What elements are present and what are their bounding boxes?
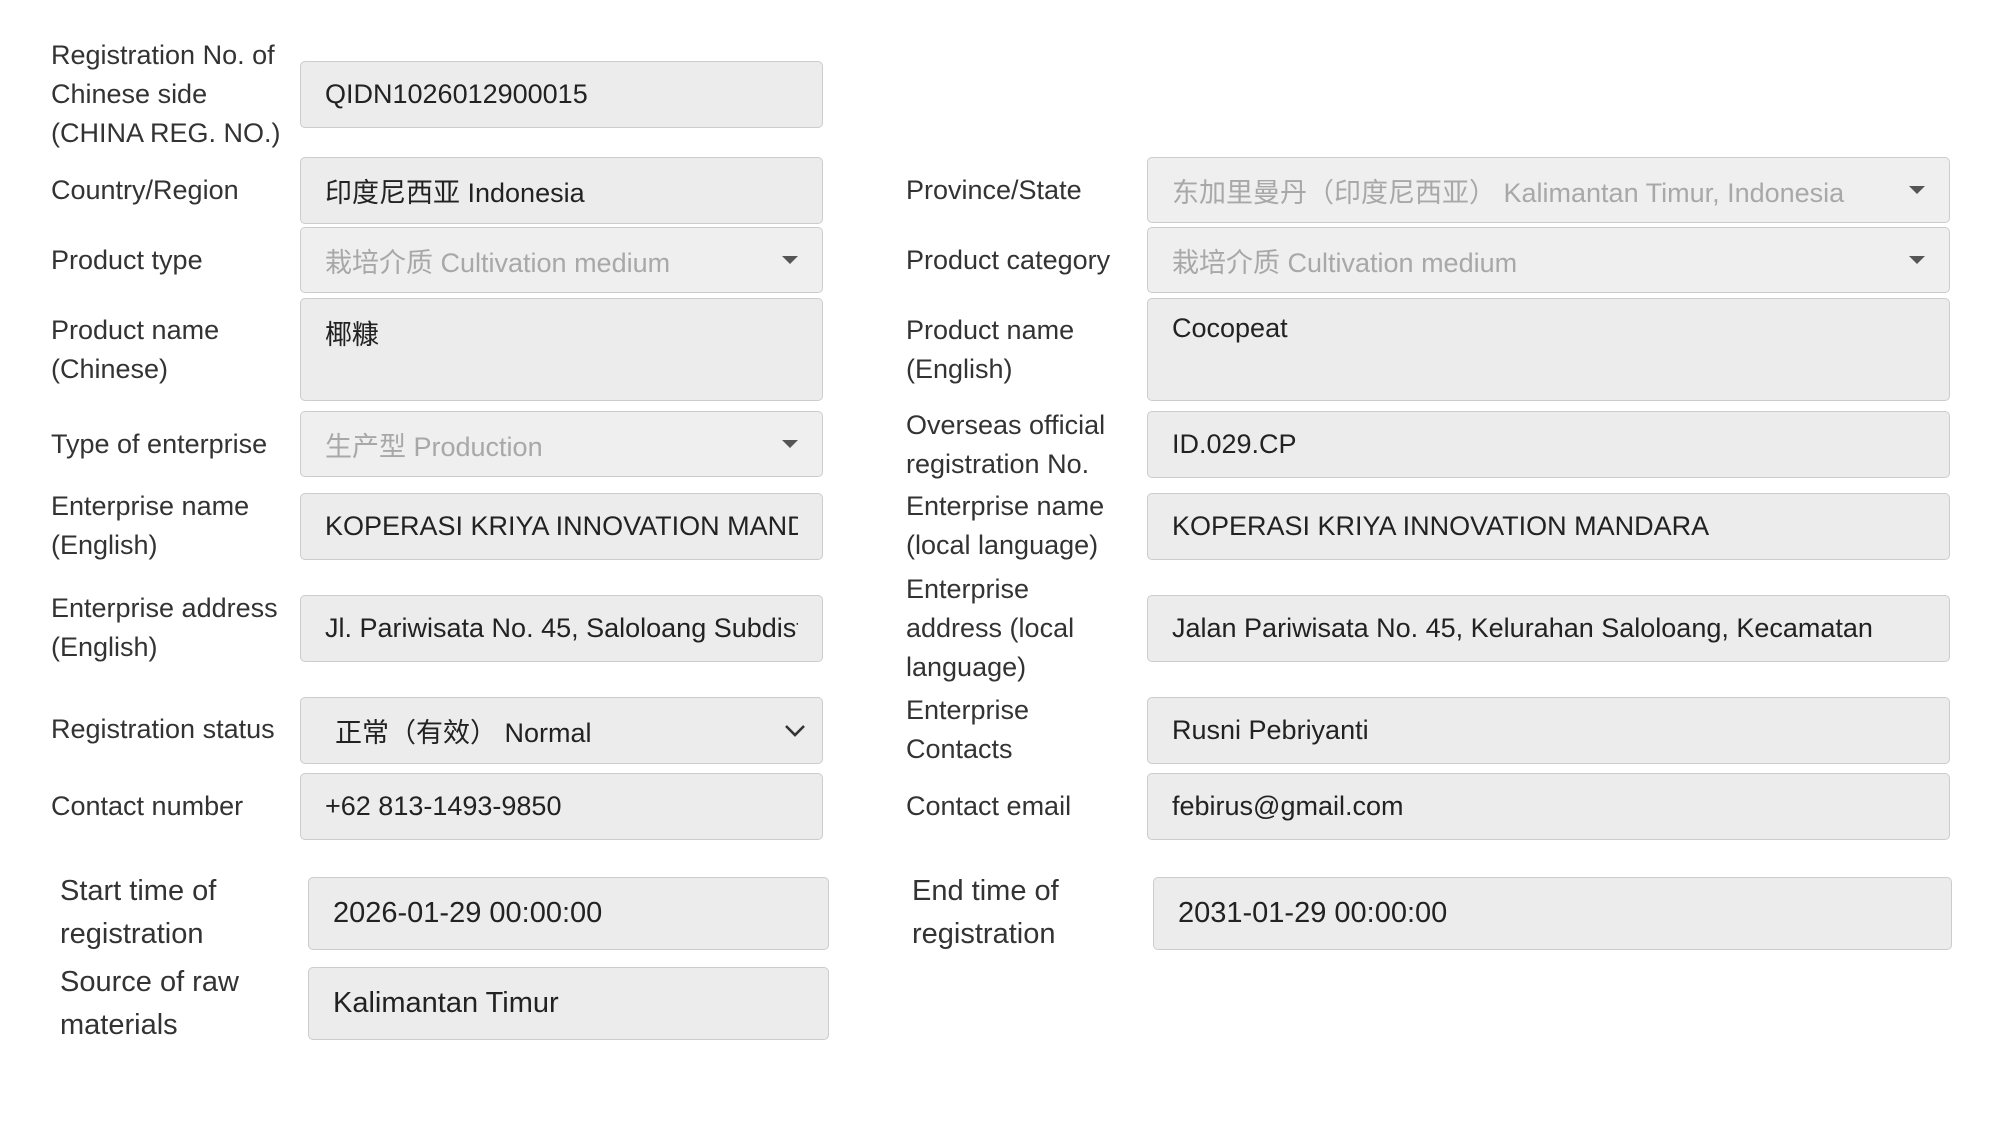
label-line: (English) <box>51 632 158 662</box>
label-product-name-cn: Product name (Chinese) <box>51 311 219 389</box>
product-name-cn-value: 椰糠 <box>325 320 379 350</box>
label-line: Enterprise <box>906 574 1030 604</box>
label-raw-materials: Source of raw materials <box>60 961 239 1047</box>
label-line: Contact email <box>906 791 1072 821</box>
label-enterprise-name-local: Enterprise name (local language) <box>906 487 1104 565</box>
label-line: Province/State <box>906 175 1082 205</box>
label-product-category: Product category <box>906 241 1110 280</box>
enterprise-address-en-field[interactable]: Jl. Pariwisata No. 45, Saloloang Subdist… <box>300 595 823 662</box>
label-china-reg-no: Registration No. of Chinese side (CHINA … <box>51 36 281 153</box>
product-category-select[interactable]: 栽培介质 Cultivation medium <box>1147 227 1950 293</box>
contact-number-value: +62 813-1493-9850 <box>325 791 562 821</box>
label-product-name-en: Product name (English) <box>906 311 1074 389</box>
label-line: Product name <box>906 315 1075 345</box>
raw-materials-value: Kalimantan Timur <box>333 987 559 1019</box>
label-line: Source of raw <box>60 966 239 998</box>
enterprise-address-local-field[interactable]: Jalan Pariwisata No. 45, Kelurahan Salol… <box>1147 595 1950 662</box>
start-time-value: 2026-01-29 00:00:00 <box>333 897 603 929</box>
label-enterprise-name-en: Enterprise name (English) <box>51 487 249 565</box>
label-line: language) <box>906 652 1027 682</box>
label-line: registration <box>912 918 1056 950</box>
start-time-field[interactable]: 2026-01-29 00:00:00 <box>308 877 829 950</box>
label-line: registration No. <box>906 449 1090 479</box>
label-line: (English) <box>906 354 1013 384</box>
caret-down-icon <box>782 440 798 448</box>
label-line: Enterprise address <box>51 593 278 623</box>
label-line: materials <box>60 1009 178 1041</box>
label-contact-number: Contact number <box>51 787 243 826</box>
caret-down-icon <box>1909 256 1925 264</box>
label-enterprise-contacts: Enterprise Contacts <box>906 691 1029 769</box>
label-line: Enterprise <box>906 695 1030 725</box>
enterprise-name-local-field[interactable]: KOPERASI KRIYA INNOVATION MANDARA <box>1147 493 1950 560</box>
raw-materials-field[interactable]: Kalimantan Timur <box>308 967 829 1040</box>
end-time-field[interactable]: 2031-01-29 00:00:00 <box>1153 877 1952 950</box>
product-type-value: 栽培介质 Cultivation medium <box>325 247 671 278</box>
label-line: Contact number <box>51 791 244 821</box>
overseas-reg-no-value: ID.029.CP <box>1172 429 1297 459</box>
label-line: Registration status <box>51 714 275 744</box>
label-line: (English) <box>51 530 158 560</box>
country-region-field[interactable]: 印度尼西亚 Indonesia <box>300 157 823 224</box>
label-registration-status: Registration status <box>51 710 275 749</box>
product-type-select[interactable]: 栽培介质 Cultivation medium <box>300 227 823 293</box>
contact-number-field[interactable]: +62 813-1493-9850 <box>300 773 823 840</box>
china-reg-no-field[interactable]: QIDN1026012900015 <box>300 61 823 128</box>
enterprise-name-en-field[interactable]: KOPERASI KRIYA INNOVATION MANDARA <box>300 493 823 560</box>
enterprise-contacts-field[interactable]: Rusni Pebriyanti <box>1147 697 1950 764</box>
label-product-type: Product type <box>51 241 203 280</box>
label-province-state: Province/State <box>906 171 1082 210</box>
label-line: registration <box>60 918 204 950</box>
label-country-region: Country/Region <box>51 171 239 210</box>
label-line: (Chinese) <box>51 354 169 384</box>
label-line: address (local <box>906 613 1075 643</box>
label-line: Start time of <box>60 875 217 907</box>
label-overseas-reg-no: Overseas official registration No. <box>906 406 1105 484</box>
label-line: Chinese side <box>51 79 208 109</box>
caret-down-icon <box>782 256 798 264</box>
label-end-time: End time of registration <box>912 870 1059 956</box>
label-line: Product name <box>51 315 220 345</box>
end-time-value: 2031-01-29 00:00:00 <box>1178 897 1448 929</box>
label-line: Country/Region <box>51 175 239 205</box>
label-enterprise-type: Type of enterprise <box>51 425 267 464</box>
label-line: Registration No. of <box>51 40 275 70</box>
label-line: Contacts <box>906 734 1013 764</box>
label-line: Product category <box>906 245 1111 275</box>
enterprise-type-select[interactable]: 生产型 Production <box>300 411 823 477</box>
china-reg-no-value: QIDN1026012900015 <box>325 79 588 109</box>
country-region-value: 印度尼西亚 Indonesia <box>325 178 585 208</box>
contact-email-field[interactable]: febirus@gmail.com <box>1147 773 1950 840</box>
province-state-select[interactable]: 东加里曼丹（印度尼西亚） Kalimantan Timur, Indonesia <box>1147 157 1950 223</box>
product-name-en-field[interactable]: Cocopeat <box>1147 298 1950 401</box>
label-line: Overseas official <box>906 410 1106 440</box>
enterprise-name-local-value: KOPERASI KRIYA INNOVATION MANDARA <box>1172 511 1710 541</box>
enterprise-contacts-value: Rusni Pebriyanti <box>1172 715 1369 745</box>
label-enterprise-address-en: Enterprise address (English) <box>51 589 278 667</box>
province-state-value: 东加里曼丹（印度尼西亚） Kalimantan Timur, Indonesia <box>1172 177 1845 208</box>
enterprise-address-en-value: Jl. Pariwisata No. 45, Saloloang Subdist… <box>325 613 798 643</box>
product-category-value: 栽培介质 Cultivation medium <box>1172 247 1518 278</box>
label-enterprise-address-local: Enterprise address (local language) <box>906 570 1074 687</box>
enterprise-address-local-value: Jalan Pariwisata No. 45, Kelurahan Salol… <box>1172 613 1873 643</box>
label-line: Enterprise name <box>906 491 1105 521</box>
label-line: Enterprise name <box>51 491 250 521</box>
contact-email-value: febirus@gmail.com <box>1172 791 1404 821</box>
caret-down-icon <box>1909 186 1925 194</box>
registration-status-select[interactable]: 正常（有效） Normal <box>300 697 823 764</box>
label-line: Type of enterprise <box>51 429 268 459</box>
label-start-time: Start time of registration <box>60 870 216 956</box>
label-line: End time of <box>912 875 1059 907</box>
product-name-en-value: Cocopeat <box>1172 313 1288 343</box>
registration-status-value: 正常（有效） Normal <box>335 718 592 748</box>
label-contact-email: Contact email <box>906 787 1071 826</box>
label-line: (CHINA REG. NO.) <box>51 118 281 148</box>
chevron-down-icon <box>785 724 805 737</box>
enterprise-name-en-value: KOPERASI KRIYA INNOVATION MANDARA <box>325 511 798 541</box>
product-name-cn-field[interactable]: 椰糠 <box>300 298 823 401</box>
label-line: (local language) <box>906 530 1099 560</box>
label-line: Product type <box>51 245 203 275</box>
enterprise-type-value: 生产型 Production <box>325 431 543 462</box>
overseas-reg-no-field[interactable]: ID.029.CP <box>1147 411 1950 478</box>
